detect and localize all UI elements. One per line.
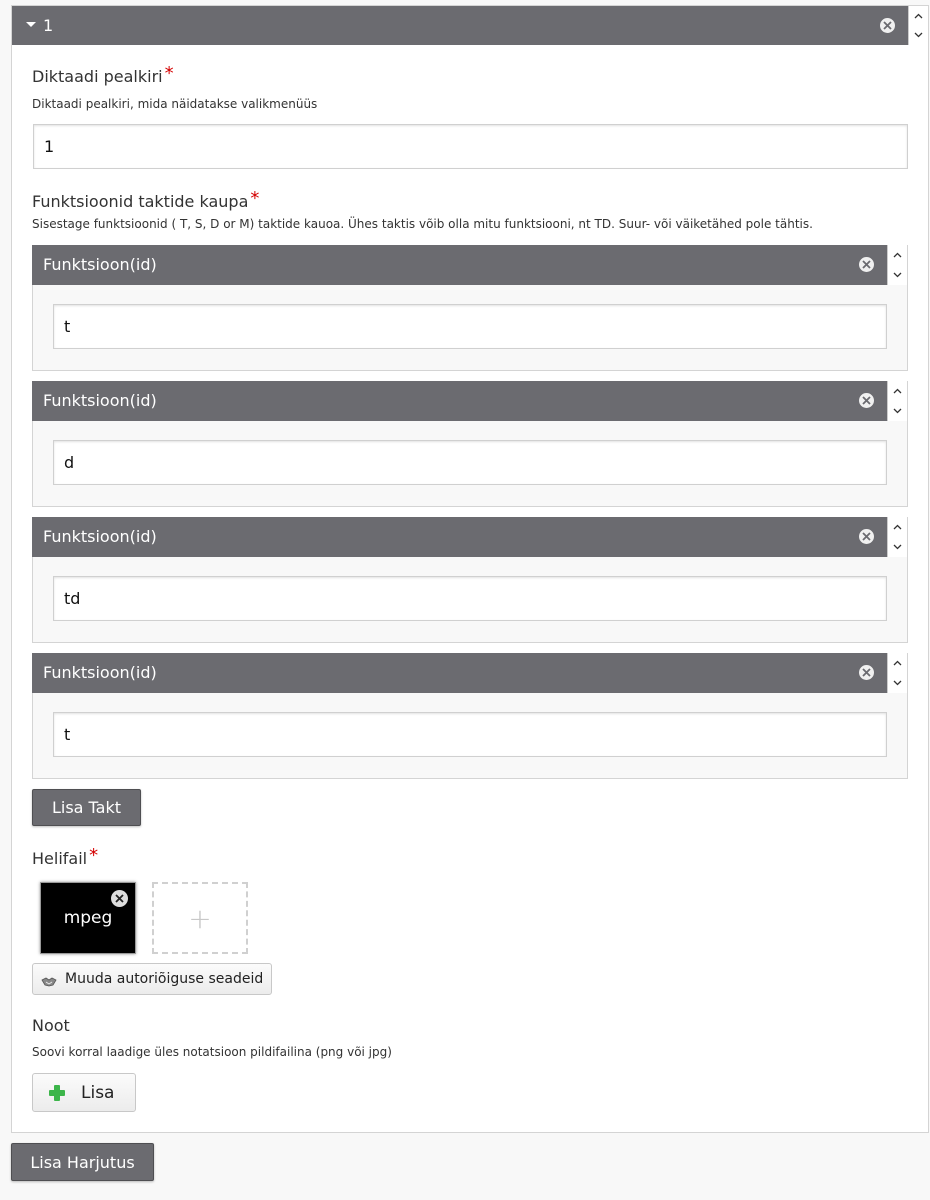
chevron-up-icon[interactable] <box>909 6 928 26</box>
chevron-up-icon[interactable] <box>888 245 907 265</box>
plus-icon: + <box>188 901 212 935</box>
chevron-up-icon[interactable] <box>888 653 907 673</box>
exercise-item: 1 Diktaadi pealkiri * Diktaadi pealkiri, … <box>11 5 929 1133</box>
remove-function-icon[interactable] <box>859 529 874 544</box>
function-group-header[interactable]: Funktsioon(id) <box>32 381 887 421</box>
functions-field-description: Sisestage funktsioonid ( T, S, D or M) t… <box>32 217 813 231</box>
function-group-header[interactable]: Funktsioon(id) <box>32 245 887 285</box>
function-group-title: Funktsioon(id) <box>43 391 157 410</box>
chevron-up-icon[interactable] <box>888 517 907 537</box>
note-field-description: Soovi korral laadige üles notatsioon pil… <box>32 1045 392 1059</box>
chevron-down-icon[interactable] <box>888 673 907 693</box>
item-title: 1 <box>43 16 54 35</box>
function-group-title: Funktsioon(id) <box>43 255 157 274</box>
plus-icon <box>49 1084 65 1101</box>
function-group-header[interactable]: Funktsioon(id) <box>32 653 887 693</box>
function-input[interactable]: d <box>53 440 887 485</box>
function-group-title: Funktsioon(id) <box>43 663 157 682</box>
item-header[interactable]: 1 <box>12 6 908 45</box>
add-note-label: Lisa <box>81 1082 115 1103</box>
add-measure-button[interactable]: Lisa Takt <box>32 789 141 826</box>
chevron-down-icon[interactable] <box>888 537 907 557</box>
remove-function-icon[interactable] <box>859 257 874 272</box>
add-file-placeholder[interactable]: + <box>152 882 248 954</box>
note-field-label: Noot <box>32 1016 70 1035</box>
audio-field-label: Helifail * <box>32 845 99 868</box>
remove-function-icon[interactable] <box>859 393 874 408</box>
function-input[interactable]: td <box>53 576 887 621</box>
functions-field-label: Funktsioonid taktide kaupa * <box>32 188 260 211</box>
function-sorter <box>887 653 907 693</box>
function-group-title: Funktsioon(id) <box>43 527 157 546</box>
required-mark: * <box>89 845 99 866</box>
chevron-up-icon[interactable] <box>888 381 907 401</box>
chevron-down-icon[interactable] <box>888 401 907 421</box>
plus-icon-vertical <box>54 1084 60 1101</box>
caret-down-icon[interactable] <box>26 22 36 27</box>
function-input[interactable]: t <box>53 304 887 349</box>
copyright-settings-button[interactable]: Muuda autoriõiguse seadeid <box>32 963 272 995</box>
remove-item-icon[interactable] <box>880 18 895 33</box>
audio-file-thumbnail[interactable]: mpeg <box>40 882 136 954</box>
required-mark: * <box>164 63 174 84</box>
title-field-label: Diktaadi pealkiri * <box>32 63 174 86</box>
copyright-settings-label: Muuda autoriõiguse seadeid <box>65 971 264 987</box>
item-sorter <box>908 6 928 45</box>
remove-function-icon[interactable] <box>859 665 874 680</box>
remove-file-icon[interactable] <box>111 890 128 907</box>
function-sorter <box>887 381 907 421</box>
function-sorter <box>887 245 907 285</box>
function-group-header[interactable]: Funktsioon(id) <box>32 517 887 557</box>
required-mark: * <box>250 188 260 209</box>
title-input[interactable]: 1 <box>33 124 908 169</box>
chevron-down-icon[interactable] <box>888 265 907 285</box>
add-note-button[interactable]: Lisa <box>32 1073 136 1112</box>
function-sorter <box>887 517 907 557</box>
title-field-description: Diktaadi pealkiri, mida näidatakse valik… <box>32 97 318 111</box>
add-exercise-button[interactable]: Lisa Harjutus <box>11 1143 154 1181</box>
audio-file-type: mpeg <box>63 908 113 928</box>
handshake-icon <box>41 973 57 987</box>
function-input[interactable]: t <box>53 712 887 757</box>
chevron-down-icon[interactable] <box>909 26 928 46</box>
